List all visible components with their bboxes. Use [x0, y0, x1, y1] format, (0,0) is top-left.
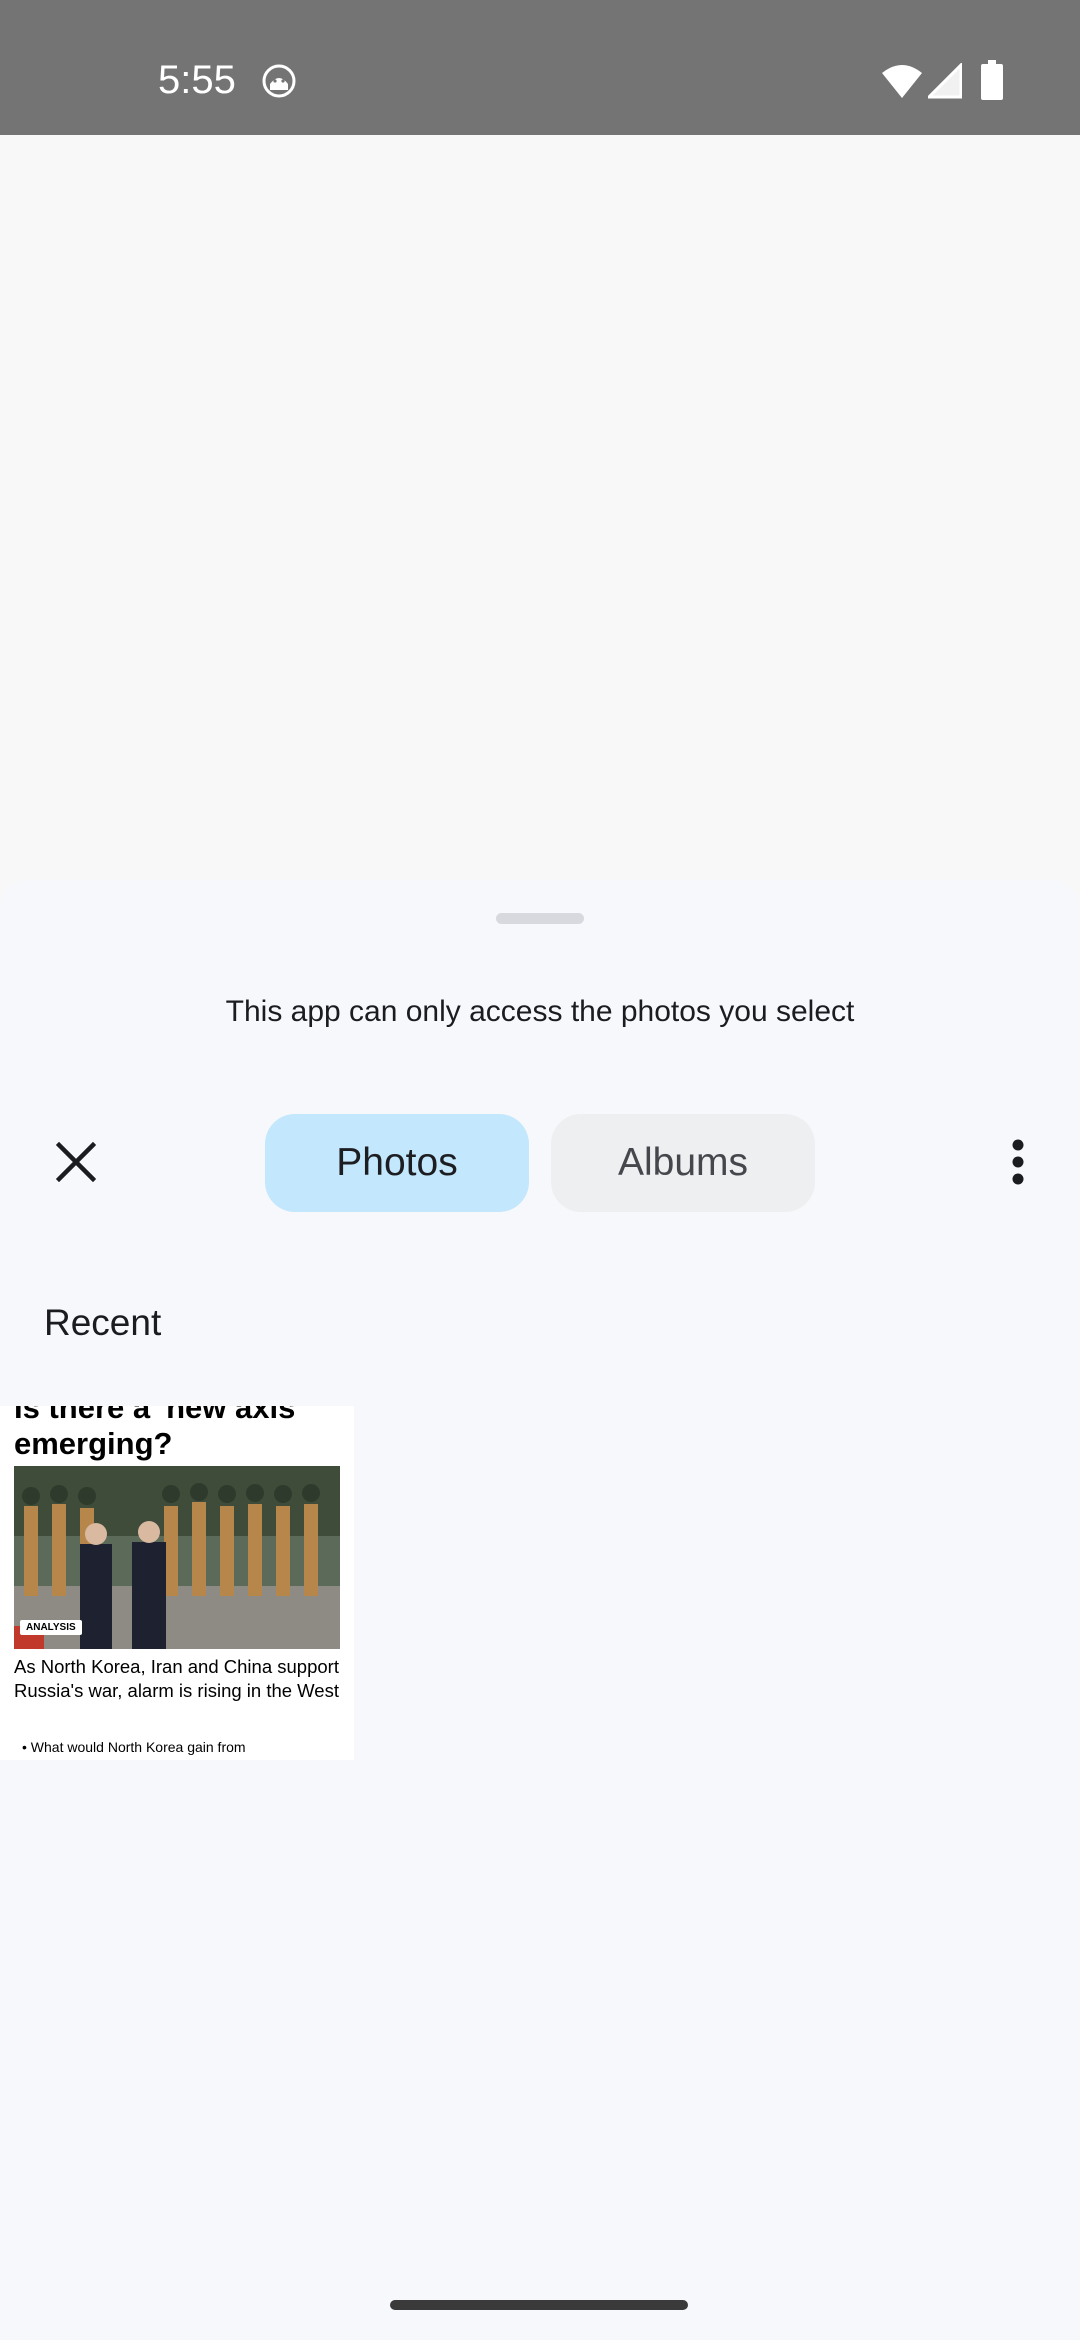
section-title-recent: Recent [44, 1302, 162, 1343]
tab-albums[interactable]: Albums [551, 1114, 815, 1212]
cell-signal-icon [925, 61, 963, 99]
thumbnail-summary: As North Korea, Iran and China support R… [14, 1656, 339, 1701]
tab-photos[interactable]: Photos [265, 1114, 529, 1212]
thumbnail-bullet: • What would North Korea gain from [22, 1739, 246, 1755]
thumbnail-headline: Is there a 'new axis' emerging? [14, 1406, 303, 1461]
more-options-button[interactable] [998, 1130, 1038, 1198]
thumbnail-badge: ANALYSIS [20, 1620, 82, 1635]
android-debug-icon [262, 64, 296, 98]
more-vert-icon [1011, 1139, 1025, 1190]
thumbnail-bullet-text: What would North Korea gain from [30, 1739, 246, 1755]
battery-icon [981, 60, 1003, 100]
sheet-drag-handle[interactable] [496, 913, 584, 924]
close-icon [55, 1141, 97, 1187]
wifi-icon [881, 63, 923, 99]
status-bar: 5:55 [0, 0, 1080, 135]
background-scrim[interactable] [0, 135, 1080, 880]
gesture-nav-handle[interactable] [390, 2300, 688, 2310]
photo-picker-sheet: This app can only access the photos you … [0, 880, 1080, 2340]
media-thumbnail[interactable]: Is there a 'new axis' emerging? ANALYSIS… [0, 1406, 354, 1760]
access-message: This app can only access the photos you … [225, 995, 855, 1028]
status-time: 5:55 [158, 58, 236, 102]
close-button[interactable] [46, 1134, 106, 1194]
